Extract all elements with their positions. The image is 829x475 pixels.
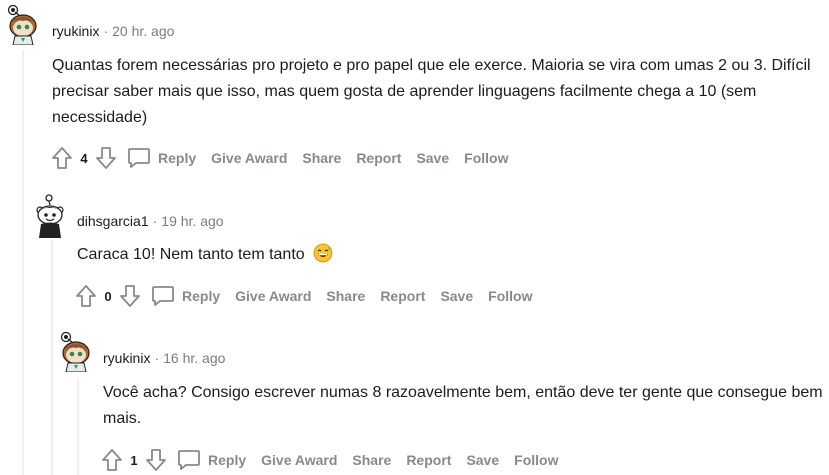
separator-dot: · <box>154 350 160 366</box>
arrow-down-icon <box>145 448 167 472</box>
follow-button[interactable]: Follow <box>464 150 508 166</box>
reply-button[interactable]: Reply <box>127 147 196 169</box>
reply-label: Reply <box>182 288 221 304</box>
comment-text: Você acha? Consigo escrever numas 8 razo… <box>103 384 823 427</box>
timestamp[interactable]: 20 hr. ago <box>112 23 174 39</box>
arrow-up-icon <box>75 284 97 308</box>
comment-actions: 4 Reply Give Award Share Report Save Fol… <box>49 144 523 172</box>
comment-text: Quantas forem necessárias pro projeto e … <box>52 57 811 126</box>
report-button[interactable]: Report <box>406 452 451 468</box>
share-button[interactable]: Share <box>326 288 365 304</box>
vote-score: 0 <box>104 288 112 304</box>
comment-actions: 1 Reply Give Award Share Report Save Fol… <box>99 446 573 474</box>
timestamp[interactable]: 16 hr. ago <box>163 350 225 366</box>
avatar[interactable] <box>32 194 68 238</box>
speech-bubble-icon <box>127 147 151 169</box>
comment-meta: ryukinix · 16 hr. ago <box>103 349 225 367</box>
arrow-down-icon <box>119 284 141 308</box>
arrow-down-icon <box>95 146 117 170</box>
downvote-button[interactable] <box>93 144 119 172</box>
give-award-button[interactable]: Give Award <box>211 150 287 166</box>
comment-actions: 0 Reply Give Award Share Report Save Fol… <box>73 282 547 310</box>
author-name[interactable]: ryukinix <box>52 23 99 39</box>
avatar[interactable] <box>57 332 93 372</box>
downvote-button[interactable] <box>143 446 169 474</box>
report-button[interactable]: Report <box>356 150 401 166</box>
report-button[interactable]: Report <box>380 288 425 304</box>
downvote-button[interactable] <box>117 282 143 310</box>
upvote-button[interactable] <box>73 282 99 310</box>
thread-line[interactable] <box>22 50 24 475</box>
arrow-up-icon <box>51 146 73 170</box>
upvote-button[interactable] <box>49 144 75 172</box>
reply-button[interactable]: Reply <box>177 449 246 471</box>
speech-bubble-icon <box>177 449 201 471</box>
comment-body: Você acha? Consigo escrever numas 8 razo… <box>103 380 823 432</box>
arrow-up-icon <box>101 448 123 472</box>
give-award-button[interactable]: Give Award <box>261 452 337 468</box>
vote-score: 1 <box>130 452 138 468</box>
comment-text: Caraca 10! Nem tanto tem tanto <box>77 246 305 263</box>
separator-dot: · <box>152 213 158 229</box>
comment-meta: ryukinix · 20 hr. ago <box>52 22 174 40</box>
follow-button[interactable]: Follow <box>488 288 532 304</box>
save-button[interactable]: Save <box>416 150 449 166</box>
save-button[interactable]: Save <box>440 288 473 304</box>
share-button[interactable]: Share <box>302 150 341 166</box>
separator-dot: · <box>103 23 109 39</box>
give-award-button[interactable]: Give Award <box>235 288 311 304</box>
comment-body: Caraca 10! Nem tanto tem tanto <box>77 242 817 268</box>
save-button[interactable]: Save <box>466 452 499 468</box>
timestamp[interactable]: 19 hr. ago <box>161 213 223 229</box>
author-name[interactable]: dihsgarcia1 <box>77 213 149 229</box>
follow-button[interactable]: Follow <box>514 452 558 468</box>
comment-body: Quantas forem necessárias pro projeto e … <box>52 53 828 131</box>
share-button[interactable]: Share <box>352 452 391 468</box>
grinning-sweat-emoji <box>313 243 333 263</box>
vote-score: 4 <box>80 150 88 166</box>
comment-meta: dihsgarcia1 · 19 hr. ago <box>77 212 224 230</box>
avatar[interactable] <box>4 5 40 45</box>
upvote-button[interactable] <box>99 446 125 474</box>
author-name[interactable]: ryukinix <box>103 350 150 366</box>
speech-bubble-icon <box>151 285 175 307</box>
reply-button[interactable]: Reply <box>151 285 220 307</box>
reply-label: Reply <box>208 452 247 468</box>
thread-line[interactable] <box>51 240 53 475</box>
thread-line[interactable] <box>77 378 79 475</box>
reply-label: Reply <box>158 150 197 166</box>
